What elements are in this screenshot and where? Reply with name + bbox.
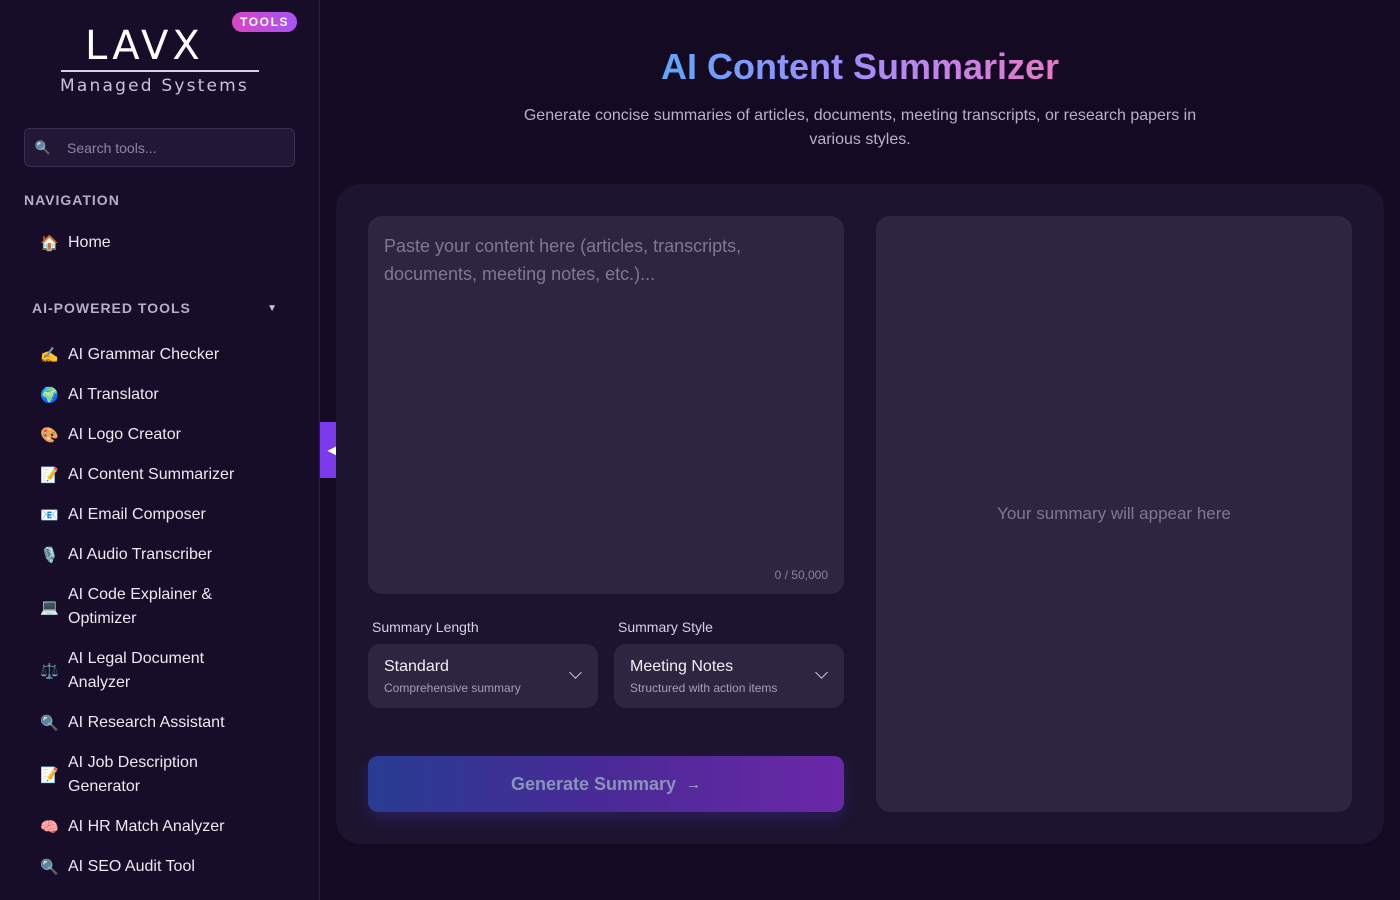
sidebar-search: 🔍: [24, 128, 295, 167]
sidebar-item-label: AI Research Assistant: [68, 714, 225, 731]
summary-length-description: Comprehensive summary: [384, 681, 521, 695]
sidebar-item-email-composer[interactable]: 📧 AI Email Composer: [40, 503, 280, 527]
sidebar-item-label: AI Job Description Generator: [68, 754, 198, 795]
summary-style-value: Meeting Notes: [630, 658, 734, 675]
search-input[interactable]: [67, 139, 287, 156]
sidebar-item-seo-audit[interactable]: 🔍 AI SEO Audit Tool: [40, 855, 280, 879]
sidebar-item-label: AI Email Composer: [68, 506, 206, 523]
sidebar-item-label: AI Code Explainer & Optimizer: [68, 586, 213, 627]
character-count: 0 / 50,000: [774, 568, 828, 582]
sidebar-item-label: Home: [68, 234, 111, 251]
generate-summary-button[interactable]: Generate Summary →: [368, 756, 844, 812]
sidebar-item-content-summarizer[interactable]: 📝 AI Content Summarizer: [40, 463, 280, 487]
summary-length-select[interactable]: Standard Comprehensive summary: [368, 644, 598, 708]
brand-logo[interactable]: LAVX Managed Systems: [55, 24, 265, 102]
logo-underline: [61, 70, 259, 72]
generate-summary-label: Generate Summary: [510, 773, 677, 794]
sidebar: LAVX Managed Systems TOOLS 🔍 NAVIGATION …: [0, 0, 320, 900]
summary-placeholder: Your summary will appear here: [997, 504, 1231, 523]
tools-badge: TOOLS: [232, 12, 298, 32]
summary-style-label: Summary Style: [618, 619, 713, 635]
sidebar-item-grammar-checker[interactable]: ✍️ AI Grammar Checker: [40, 343, 280, 367]
arrow-right-icon: →: [686, 775, 702, 793]
logo-subtitle: Managed Systems: [60, 76, 249, 96]
sidebar-item-label: AI Grammar Checker: [68, 346, 220, 363]
magnifier-icon: 🔍: [40, 714, 59, 732]
sidebar-item-logo-creator[interactable]: 🎨 AI Logo Creator: [40, 423, 280, 447]
home-icon: 🏠: [40, 234, 59, 252]
writing-hand-icon: ✍️: [40, 346, 59, 364]
memo-icon: 📝: [40, 466, 59, 484]
chevron-down-icon: [569, 666, 582, 679]
page-subtitle: Generate concise summaries of articles, …: [523, 107, 1197, 148]
content-textarea[interactable]: [368, 216, 844, 594]
tools-section-toggle[interactable]: AI-POWERED TOOLS ▼: [32, 300, 278, 316]
sidebar-item-label: AI Logo Creator: [68, 426, 181, 443]
sidebar-item-label: AI Content Summarizer: [68, 466, 235, 483]
sidebar-item-label: AI SEO Audit Tool: [68, 858, 195, 875]
summary-length-label: Summary Length: [372, 619, 479, 635]
logo-wordmark: LAVX: [85, 23, 204, 69]
email-icon: 📧: [40, 506, 59, 524]
sidebar-item-job-description[interactable]: 📝 AI Job Description Generator: [40, 751, 240, 799]
search-icon: 🔍: [34, 139, 52, 155]
summary-length-value: Standard: [384, 658, 449, 675]
sidebar-item-research-assistant[interactable]: 🔍 AI Research Assistant: [40, 711, 280, 735]
laptop-icon: 💻: [40, 598, 59, 616]
palette-icon: 🎨: [40, 426, 59, 444]
chevron-down-icon: [815, 666, 828, 679]
globe-icon: 🌍: [40, 386, 59, 404]
sidebar-item-translator[interactable]: 🌍 AI Translator: [40, 383, 280, 407]
summary-style-select[interactable]: Meeting Notes Structured with action ite…: [614, 644, 844, 708]
page-title: AI Content Summarizer: [660, 46, 1060, 87]
sidebar-item-hr-match[interactable]: 🧠 AI HR Match Analyzer: [40, 815, 280, 839]
summary-style-description: Structured with action items: [630, 681, 778, 695]
magnifier-icon: 🔍: [40, 858, 59, 876]
sidebar-item-label: AI Translator: [68, 386, 159, 403]
brain-icon: 🧠: [40, 818, 59, 836]
summary-output: Your summary will appear here: [876, 216, 1352, 812]
sidebar-item-legal-analyzer[interactable]: ⚖️ AI Legal Document Analyzer: [40, 647, 240, 695]
sidebar-item-label: AI HR Match Analyzer: [68, 818, 225, 835]
navigation-heading: NAVIGATION: [24, 192, 120, 208]
sidebar-item-home[interactable]: 🏠 Home: [40, 231, 280, 255]
sidebar-item-label: AI Legal Document Analyzer: [68, 650, 205, 691]
scales-icon: ⚖️: [40, 662, 59, 680]
sidebar-item-audio-transcriber[interactable]: 🎙️ AI Audio Transcriber: [40, 543, 280, 567]
memo-icon: 📝: [40, 766, 59, 784]
sidebar-item-label: AI Audio Transcriber: [68, 546, 213, 563]
content-input-area: 0 / 50,000: [368, 216, 844, 594]
sidebar-item-code-explainer[interactable]: 💻 AI Code Explainer & Optimizer: [40, 583, 240, 631]
tools-heading: AI-POWERED TOOLS: [32, 300, 191, 316]
microphone-icon: 🎙️: [40, 546, 59, 564]
caret-down-icon: ▼: [267, 303, 278, 314]
